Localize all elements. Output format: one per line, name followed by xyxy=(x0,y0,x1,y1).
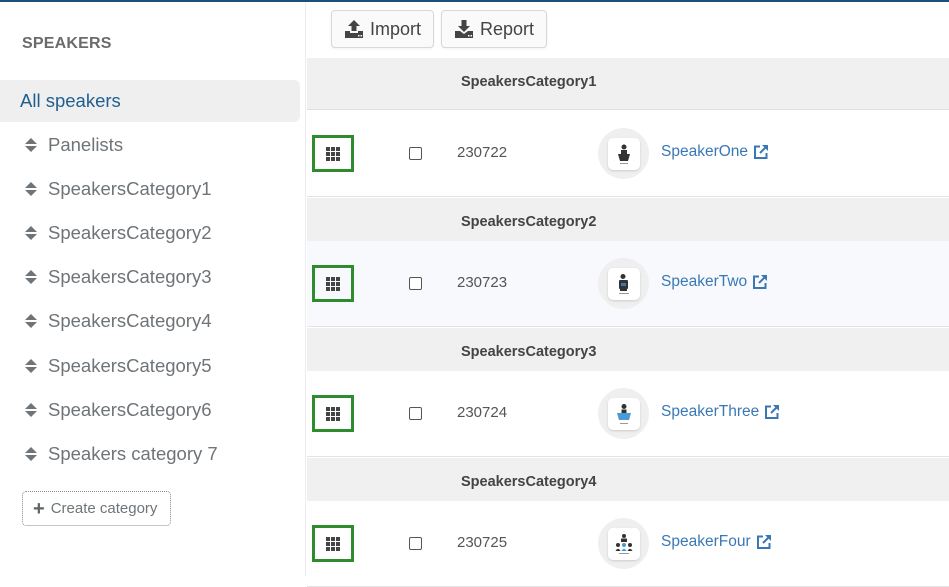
blue-podium-speaker-icon xyxy=(616,403,631,424)
category-group-label: SpeakersCategory1 xyxy=(461,74,597,90)
grid-icon xyxy=(326,406,340,421)
sidebar-item-label: SpeakersCategory2 xyxy=(48,222,212,243)
sidebar-item-category-2[interactable]: SpeakersCategory2 xyxy=(0,212,300,254)
sort-handle-icon[interactable] xyxy=(25,138,37,152)
external-link-icon xyxy=(756,535,771,549)
speaker-name: SpeakerThree xyxy=(661,403,760,420)
top-accent-line xyxy=(0,0,949,2)
sort-handle-icon[interactable] xyxy=(25,359,37,373)
import-label: Import xyxy=(370,18,422,39)
table-row: 230723 SpeakerTwo xyxy=(307,241,949,327)
speaker-name-link[interactable]: SpeakerOne xyxy=(661,143,769,161)
sidebar: SPEAKERS All speakers Panelists Speakers… xyxy=(0,2,306,576)
row-checkbox[interactable] xyxy=(409,407,422,420)
sort-handle-icon[interactable] xyxy=(25,270,37,284)
external-link-icon xyxy=(765,405,780,419)
category-group-header: SpeakersCategory1 xyxy=(307,58,949,110)
grid-icon xyxy=(326,146,340,161)
report-label: Report xyxy=(480,18,535,39)
import-button[interactable]: Import xyxy=(331,10,435,48)
drag-handle-button[interactable] xyxy=(312,265,354,302)
row-checkbox[interactable] xyxy=(409,537,422,550)
sort-handle-icon[interactable] xyxy=(25,447,37,461)
table-row: 230725 SpeakerFour xyxy=(307,501,949,587)
sidebar-item-label: SpeakersCategory3 xyxy=(48,266,212,287)
speaker-id: 230723 xyxy=(457,274,508,291)
sort-handle-icon[interactable] xyxy=(25,226,37,240)
external-link-icon xyxy=(754,145,769,159)
drag-handle-button[interactable] xyxy=(312,525,354,562)
speaker-name-link[interactable]: SpeakerTwo xyxy=(661,273,768,291)
sidebar-item-category-3[interactable]: SpeakersCategory3 xyxy=(0,256,300,298)
sort-handle-icon[interactable] xyxy=(25,314,37,328)
speaker-name: SpeakerTwo xyxy=(661,273,748,290)
drag-handle-button[interactable] xyxy=(312,135,354,172)
speaker-name-link[interactable]: SpeakerFour xyxy=(661,533,772,551)
sidebar-item-label: All speakers xyxy=(20,90,121,111)
avatar xyxy=(598,518,649,569)
speaker-id: 230724 xyxy=(457,404,508,421)
category-group-label: SpeakersCategory2 xyxy=(461,214,597,230)
sidebar-item-panelists[interactable]: Panelists xyxy=(0,124,300,166)
sidebar-item-category-7[interactable]: Speakers category 7 xyxy=(0,433,300,475)
upload-icon xyxy=(345,20,363,38)
speaker-id: 230725 xyxy=(457,534,508,551)
table-row: 230724 SpeakerThree xyxy=(307,371,949,457)
report-button[interactable]: Report xyxy=(441,10,548,48)
drag-handle-button[interactable] xyxy=(312,395,354,432)
download-icon xyxy=(455,20,473,38)
plus-icon: + xyxy=(33,497,45,520)
row-checkbox[interactable] xyxy=(409,147,422,160)
sidebar-item-label: Speakers category 7 xyxy=(48,443,218,464)
speaker-id: 230722 xyxy=(457,144,508,161)
sidebar-item-label: SpeakersCategory1 xyxy=(48,178,212,199)
sidebar-item-label: SpeakersCategory6 xyxy=(48,399,212,420)
speaker-name: SpeakerOne xyxy=(661,143,749,160)
avatar xyxy=(598,388,649,439)
avatar xyxy=(598,258,649,309)
speaker-name-link[interactable]: SpeakerThree xyxy=(661,403,780,421)
toolbar: Import Report xyxy=(307,2,949,58)
podium-speaker-icon xyxy=(617,144,630,164)
external-link-icon xyxy=(753,275,768,289)
sidebar-item-category-6[interactable]: SpeakersCategory6 xyxy=(0,389,300,431)
sidebar-item-category-4[interactable]: SpeakersCategory4 xyxy=(0,300,300,342)
sidebar-item-label: Panelists xyxy=(48,134,124,155)
grid-icon xyxy=(326,276,340,291)
row-checkbox[interactable] xyxy=(409,277,422,290)
sidebar-item-label: SpeakersCategory4 xyxy=(48,310,212,331)
grid-icon xyxy=(326,536,340,551)
sidebar-item-all-speakers[interactable]: All speakers xyxy=(0,80,300,122)
sidebar-title: SPEAKERS xyxy=(22,35,112,52)
speaker-name: SpeakerFour xyxy=(661,533,751,550)
sidebar-item-label: SpeakersCategory5 xyxy=(48,355,212,376)
category-group-label: SpeakersCategory4 xyxy=(461,474,597,490)
create-category-label: Create category xyxy=(50,500,158,517)
avatar xyxy=(598,128,649,179)
sidebar-item-category-5[interactable]: SpeakersCategory5 xyxy=(0,345,300,387)
audience-speaker-icon xyxy=(615,533,632,554)
sort-handle-icon[interactable] xyxy=(25,403,37,417)
sidebar-item-category-1[interactable]: SpeakersCategory1 xyxy=(0,168,300,210)
create-category-button[interactable]: + Create category xyxy=(22,491,171,526)
category-group-label: SpeakersCategory3 xyxy=(461,344,597,360)
speakers-list: Import Report SpeakersCategory1 230722 S… xyxy=(307,2,949,587)
sort-handle-icon[interactable] xyxy=(25,182,37,196)
table-row: 230722 SpeakerOne xyxy=(307,111,949,197)
standing-speaker-icon xyxy=(618,273,629,294)
